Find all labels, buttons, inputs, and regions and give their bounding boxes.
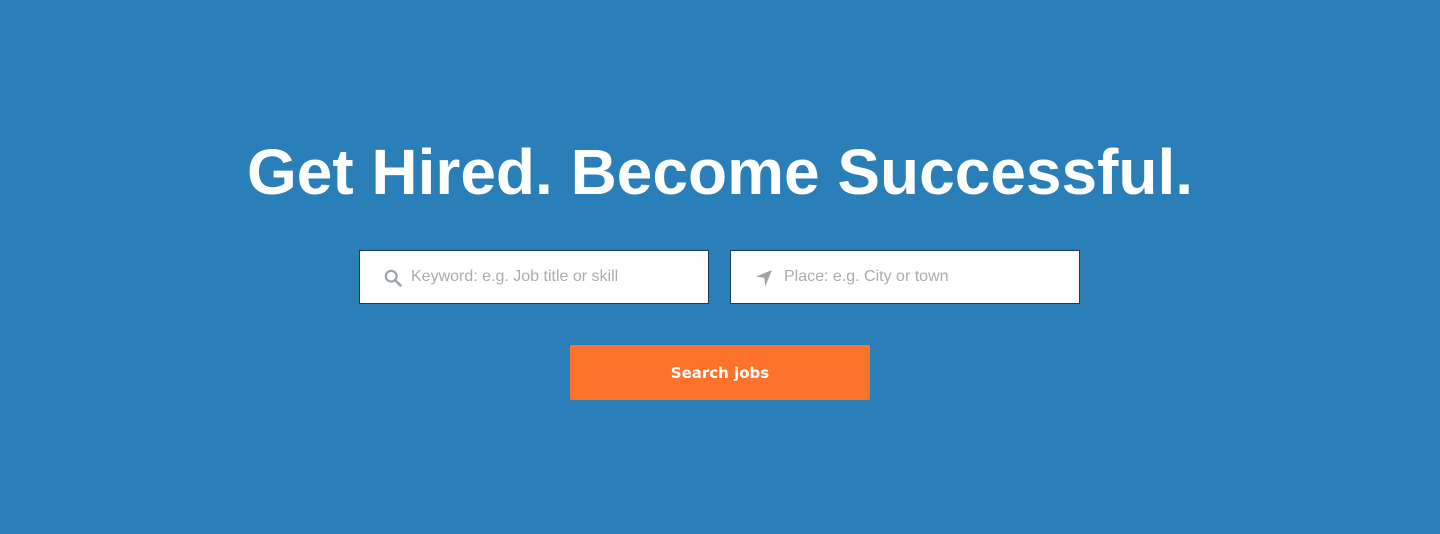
search-icon [384,269,402,287]
keyword-input[interactable] [411,251,701,303]
place-input[interactable] [784,251,1072,303]
search-jobs-button[interactable]: Search jobs [570,345,870,400]
keyword-field[interactable] [359,250,709,304]
location-arrow-icon [756,270,772,286]
hero-section: Get Hired. Become Successful. Search job… [0,0,1440,534]
hero-headline: Get Hired. Become Successful. [246,136,1194,208]
place-field[interactable] [730,250,1080,304]
